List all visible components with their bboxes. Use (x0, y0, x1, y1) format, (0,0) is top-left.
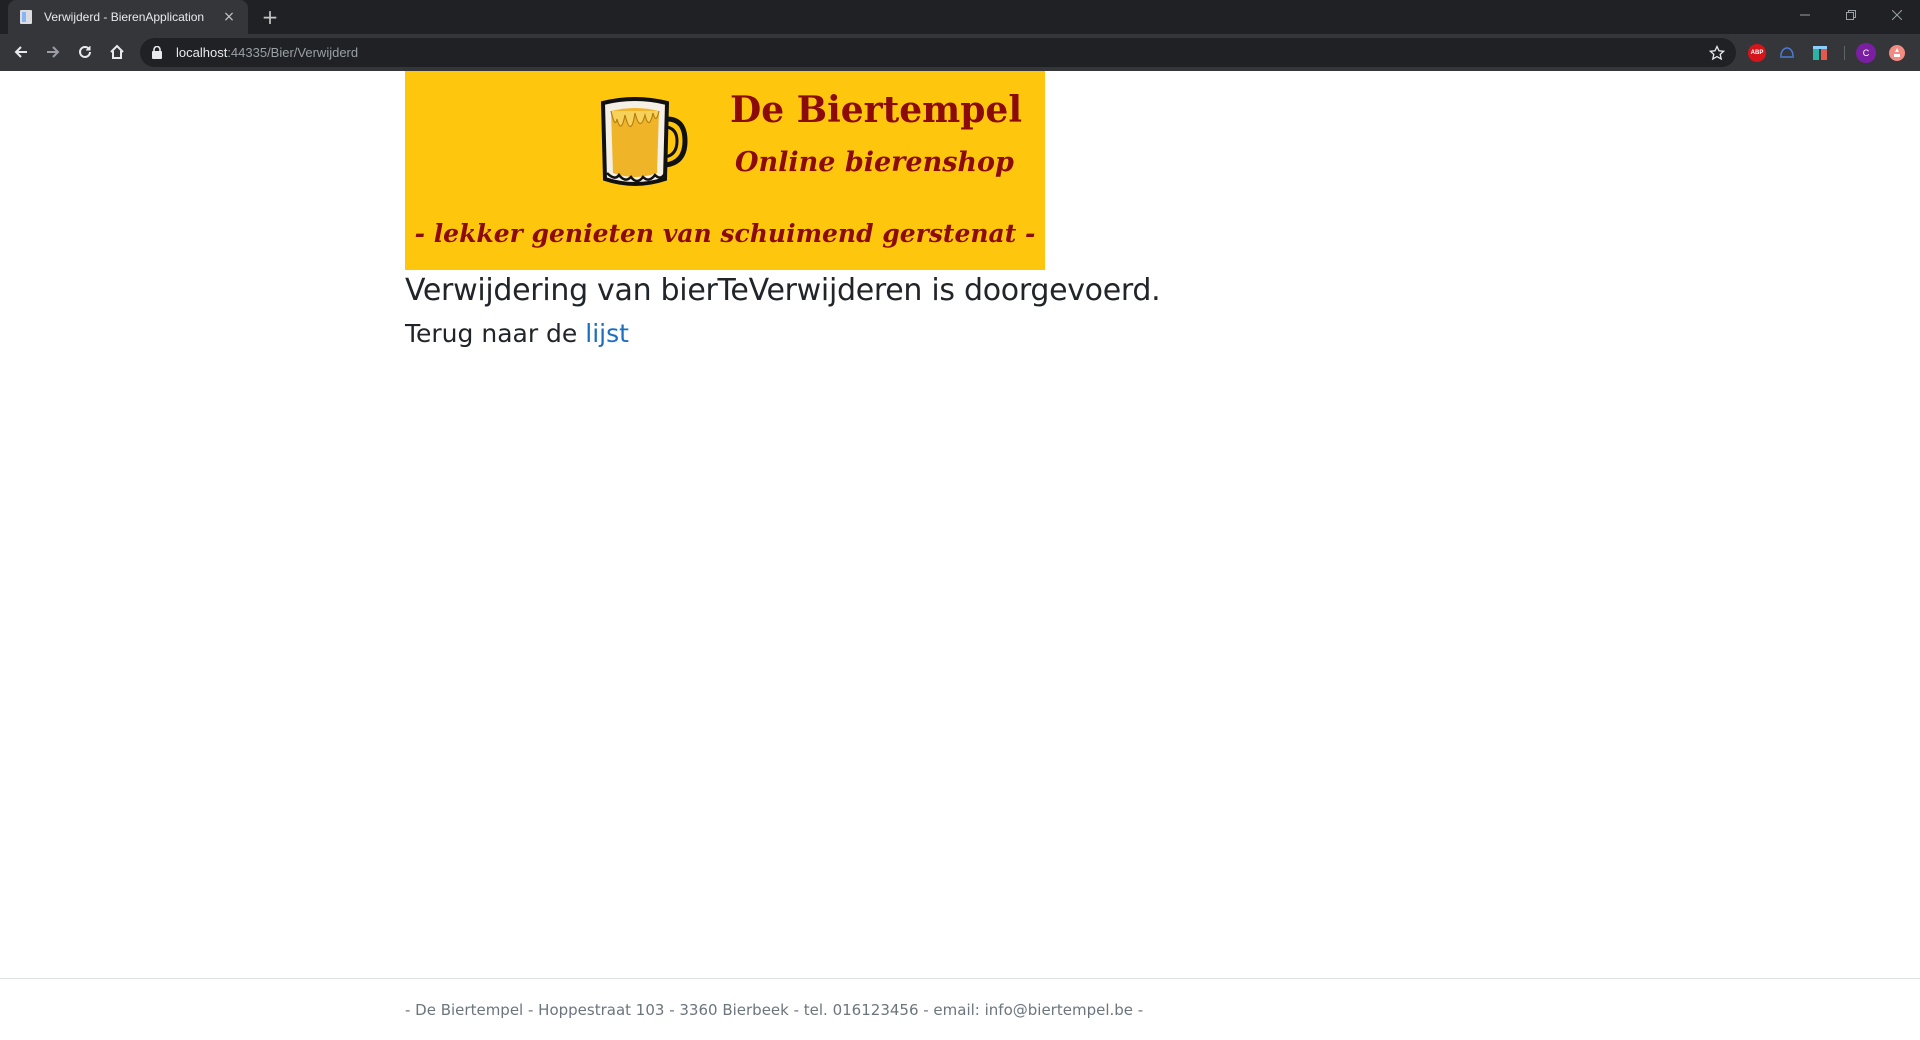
header-banner: De Biertempel Online bierenshop - lekker… (405, 71, 1045, 270)
brand-subtitle: Online bierenshop (735, 147, 1014, 178)
adblock-plus-label: ABP (1748, 44, 1766, 62)
bookmark-star-icon[interactable] (1708, 44, 1726, 62)
forward-arrow-icon[interactable] (38, 37, 68, 67)
address-bar[interactable]: localhost:44335/Bier/Verwijderd (140, 38, 1736, 67)
url-path: :44335/Bier/Verwijderd (227, 45, 359, 60)
profile-avatar[interactable]: C (1856, 43, 1876, 63)
browser-tab-bar: Verwijderd - BierenApplication × + (0, 0, 1920, 34)
browser-toolbar: localhost:44335/Bier/Verwijderd ABP C (0, 34, 1920, 71)
close-window-icon[interactable] (1874, 0, 1920, 30)
toolbar-separator (1844, 46, 1845, 60)
footer-text: - De Biertempel - Hoppestraat 103 - 3360… (405, 1001, 1144, 1019)
confirmation-message: Verwijdering van bierTeVerwijderen is do… (405, 273, 1161, 308)
list-link[interactable]: lijst (585, 319, 629, 348)
restore-icon[interactable] (1828, 0, 1874, 30)
brand-slogan: - lekker genieten van schuimend gerstena… (414, 219, 1036, 248)
browser-tab[interactable]: Verwijderd - BierenApplication × (8, 0, 248, 34)
url-host: localhost (176, 45, 228, 60)
beer-mug-icon (600, 97, 688, 186)
extension-icon[interactable] (1810, 43, 1830, 63)
tab-title: Verwijderd - BierenApplication (44, 10, 205, 24)
new-tab-button[interactable]: + (256, 4, 284, 30)
reload-icon[interactable] (70, 37, 100, 67)
minimize-icon[interactable] (1782, 0, 1828, 30)
avatar-initial: C (1856, 43, 1876, 63)
extension-icon[interactable] (1887, 43, 1907, 63)
tab-close-icon[interactable]: × (220, 9, 238, 25)
back-to-list-line: Terug naar de lijst (405, 319, 629, 348)
lock-icon[interactable] (152, 46, 166, 60)
brand-title: De Biertempel (730, 89, 1023, 131)
page-content: De Biertempel Online bierenshop - lekker… (0, 71, 1920, 1040)
window-controls (1782, 0, 1920, 30)
footer-divider (0, 978, 1920, 979)
page-favicon-icon (18, 9, 34, 25)
adblock-plus-icon[interactable]: ABP (1747, 43, 1767, 63)
back-prefix: Terug naar de (405, 319, 586, 348)
extension-icon[interactable] (1777, 43, 1797, 63)
back-arrow-icon[interactable] (6, 37, 36, 67)
home-icon[interactable] (102, 37, 132, 67)
